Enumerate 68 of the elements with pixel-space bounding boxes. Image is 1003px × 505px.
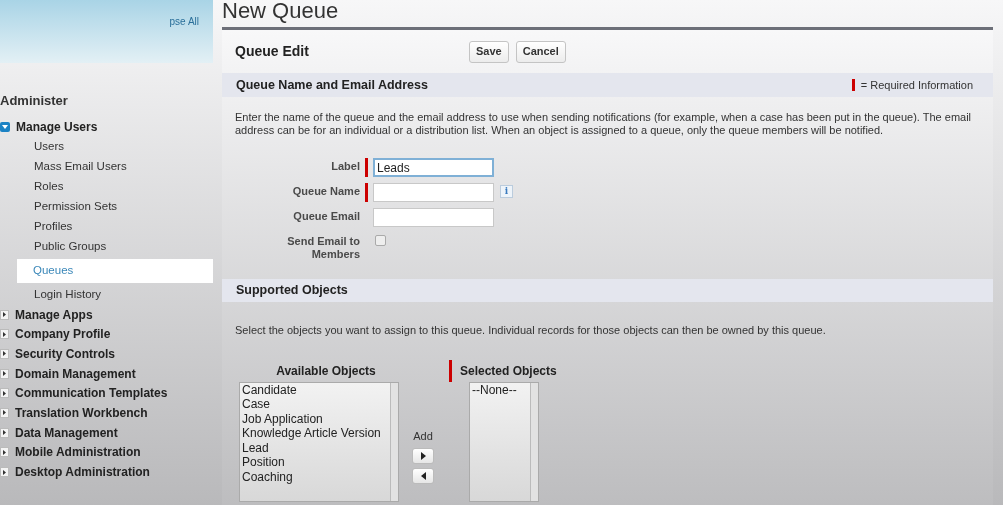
expand-icon[interactable]	[0, 368, 9, 379]
field-label: Send Email to Members	[286, 234, 360, 261]
expand-icon[interactable]	[0, 388, 9, 399]
sidebar-heading: Administer	[0, 92, 69, 109]
sidebar-group[interactable]: Data Management	[15, 423, 118, 442]
sidebar-item[interactable]: Profiles	[17, 216, 213, 237]
scrollbar[interactable]	[390, 382, 398, 501]
list-title: Selected Objects	[460, 362, 557, 380]
sidebar-group[interactable]: Security Controls	[15, 344, 116, 363]
list-option[interactable]: Position	[242, 455, 390, 471]
listbox[interactable]: Candidate Case Job Application Knowledge Article Version Lead Position Coaching	[239, 381, 399, 502]
listbox[interactable]: --None--	[469, 381, 539, 502]
list-option[interactable]: Case	[242, 397, 390, 412]
sidebar-group[interactable]: Communication Templates	[15, 384, 168, 403]
add-button[interactable]	[412, 448, 434, 464]
required-marker	[851, 79, 855, 91]
sidebar-group[interactable]: Mobile Administration	[15, 443, 141, 462]
section-description: Enter the name of the queue and the email address to use when sending notifications (for example, when a case has been put in the queue). The email address can be for an individual or a distribution list. When an object is assigned to a queue, only the queue members will be notified.	[234, 111, 973, 137]
info-icon[interactable]: i	[500, 185, 513, 198]
sidebar-item[interactable]: Mass Email Users	[17, 156, 213, 177]
expand-icon[interactable]	[0, 407, 9, 418]
expand-icon[interactable]	[0, 329, 9, 340]
collapse-icon[interactable]	[0, 121, 10, 132]
sidebar-item[interactable]: Permission Sets	[17, 196, 213, 217]
sidebar-item[interactable]: Roles	[17, 176, 213, 197]
text-field[interactable]	[373, 183, 494, 202]
form-button[interactable]: Save	[469, 40, 509, 63]
required-legend: = Required Information	[860, 76, 973, 94]
expand-icon[interactable]	[0, 348, 9, 359]
list-option[interactable]: Candidate	[242, 382, 390, 398]
list-option[interactable]: Coaching	[242, 470, 390, 485]
scrollbar[interactable]	[530, 382, 538, 501]
sidebar-group[interactable]: Domain Management	[15, 364, 136, 383]
expand-icon[interactable]	[0, 467, 9, 478]
list-option[interactable]: Job Application	[242, 411, 390, 427]
sidebar-group[interactable]: Manage Apps	[15, 305, 93, 324]
section-description: Select the objects you want to assign to this queue. Individual records for those objects can then be owned by this queue.	[234, 323, 827, 338]
collapse-all-link[interactable]: pse All	[169, 14, 199, 29]
right-arrow-icon	[420, 452, 426, 460]
expand-icon[interactable]	[0, 447, 9, 458]
sidebar-group[interactable]: Translation Workbench	[15, 403, 148, 422]
sidebar-item[interactable]: Users	[17, 136, 213, 157]
list-option[interactable]: Knowledge Article Version	[242, 426, 390, 441]
sidebar-group[interactable]: Manage Users	[16, 117, 98, 136]
sidebar-group[interactable]: Company Profile	[15, 325, 111, 344]
checkbox[interactable]	[375, 235, 386, 246]
list-option[interactable]: --None--	[472, 382, 530, 398]
sidebar-item[interactable]: Login History	[17, 284, 213, 305]
add-label: Add	[413, 428, 433, 444]
section-title: Queue Name and Email Address	[236, 76, 429, 94]
list-option[interactable]: Lead	[242, 440, 390, 456]
list-title: Available Objects	[276, 362, 376, 380]
text-field[interactable]	[373, 208, 494, 227]
page-title: New Queue	[222, 0, 339, 24]
panel-title: Queue Edit	[235, 42, 310, 61]
form-button[interactable]: Cancel	[515, 40, 566, 63]
text-field[interactable]: Leads	[373, 158, 494, 177]
sidebar-item[interactable]: Public Groups	[17, 236, 213, 257]
sidebar-item[interactable]: Queues	[17, 258, 213, 283]
field-label: Label	[330, 159, 360, 173]
expand-icon[interactable]	[0, 309, 9, 320]
section-title: Supported Objects	[236, 282, 348, 300]
field-label: Queue Name	[291, 184, 360, 198]
left-arrow-icon	[420, 472, 426, 480]
remove-button[interactable]	[412, 468, 434, 484]
sidebar-group[interactable]: Desktop Administration	[15, 463, 150, 482]
expand-icon[interactable]	[0, 427, 9, 438]
field-label: Queue Email	[292, 209, 360, 223]
